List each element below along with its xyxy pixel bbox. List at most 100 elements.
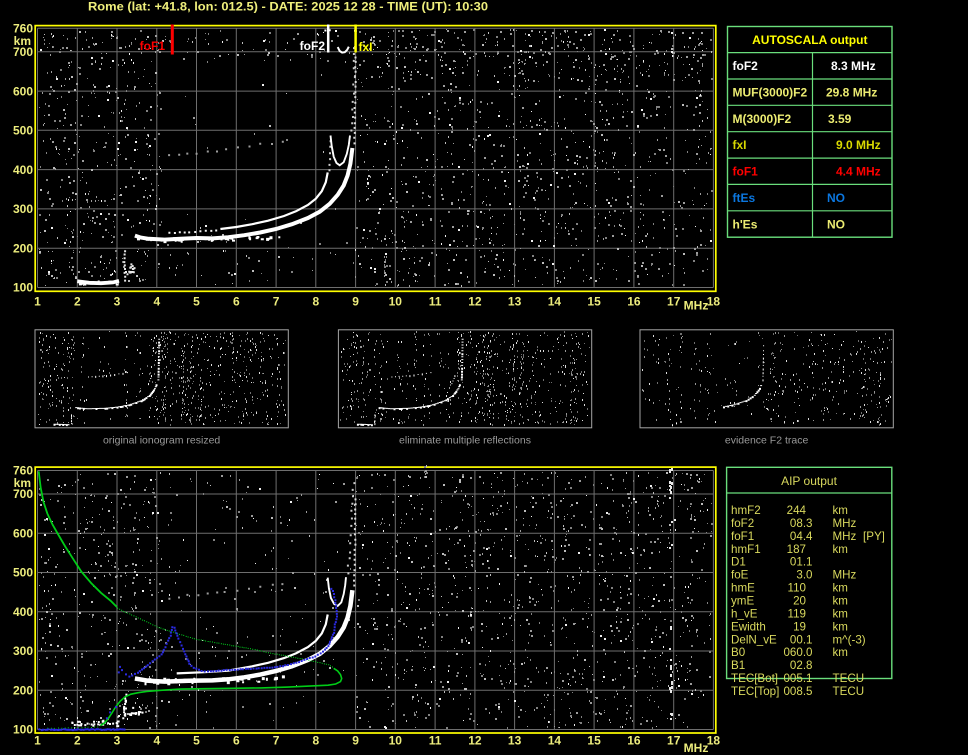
svg-text:9: 9 bbox=[352, 295, 359, 309]
svg-text:100: 100 bbox=[13, 281, 33, 295]
svg-text:m^(-3): m^(-3) bbox=[833, 633, 866, 646]
svg-text:foF1: foF1 bbox=[733, 165, 759, 179]
svg-text:9: 9 bbox=[352, 734, 359, 748]
svg-text:119: 119 bbox=[788, 607, 806, 620]
svg-text:km: km bbox=[833, 543, 848, 556]
svg-text:hmE: hmE bbox=[731, 582, 755, 595]
svg-text:hmF1: hmF1 bbox=[731, 543, 761, 556]
svg-text:00.1: 00.1 bbox=[790, 633, 813, 646]
svg-text:08.3: 08.3 bbox=[790, 517, 813, 530]
svg-text:5: 5 bbox=[193, 734, 200, 748]
svg-text:evidence F2 trace: evidence F2 trace bbox=[725, 435, 809, 447]
svg-text:foF1: foF1 bbox=[140, 39, 166, 53]
svg-text:foF1: foF1 bbox=[731, 530, 754, 543]
svg-text:DelN_vE: DelN_vE bbox=[731, 633, 777, 646]
svg-text:12: 12 bbox=[468, 734, 482, 748]
svg-text:1: 1 bbox=[34, 734, 41, 748]
svg-text:16: 16 bbox=[627, 734, 641, 748]
svg-text:TEC[Top]: TEC[Top] bbox=[731, 685, 779, 698]
svg-text:3.59: 3.59 bbox=[828, 112, 852, 126]
svg-text:5: 5 bbox=[193, 295, 200, 309]
svg-text:500: 500 bbox=[13, 124, 33, 138]
svg-text:15: 15 bbox=[587, 734, 601, 748]
svg-text:400: 400 bbox=[13, 605, 33, 619]
svg-text:18: 18 bbox=[707, 295, 721, 309]
svg-text:200: 200 bbox=[13, 684, 33, 698]
svg-text:700: 700 bbox=[13, 487, 33, 501]
svg-text:11: 11 bbox=[429, 734, 442, 748]
svg-text:3: 3 bbox=[114, 295, 121, 309]
svg-text:MUF(3000)F2: MUF(3000)F2 bbox=[733, 86, 808, 100]
svg-text:2: 2 bbox=[74, 734, 81, 748]
svg-text:Rome (lat: +41.8, lon: 012.5): Rome (lat: +41.8, lon: 012.5) - DATE: 20… bbox=[88, 2, 488, 14]
svg-text:2: 2 bbox=[74, 295, 81, 309]
svg-text:15: 15 bbox=[587, 295, 601, 309]
svg-text:14: 14 bbox=[548, 734, 562, 748]
svg-text:16: 16 bbox=[627, 295, 641, 309]
svg-text:500: 500 bbox=[13, 566, 33, 580]
svg-text:TECU: TECU bbox=[833, 672, 865, 685]
svg-text:km: km bbox=[833, 646, 848, 659]
svg-text:AIP output: AIP output bbox=[781, 474, 837, 488]
svg-text:3.0: 3.0 bbox=[796, 569, 812, 582]
svg-text:foF2: foF2 bbox=[731, 517, 754, 530]
svg-text:8: 8 bbox=[312, 734, 319, 748]
svg-text:400: 400 bbox=[13, 163, 33, 177]
svg-text:10: 10 bbox=[389, 734, 403, 748]
svg-text:AUTOSCALA output: AUTOSCALA output bbox=[752, 33, 867, 47]
svg-text:02.8: 02.8 bbox=[790, 659, 813, 672]
svg-text:TEC[Bot]: TEC[Bot] bbox=[731, 672, 778, 685]
svg-text:fxI: fxI bbox=[733, 138, 747, 152]
svg-text:300: 300 bbox=[13, 202, 33, 216]
svg-text:MHz: MHz bbox=[684, 741, 709, 755]
svg-text:MHz: MHz bbox=[833, 569, 857, 582]
svg-text:km: km bbox=[833, 595, 848, 608]
svg-text:NO: NO bbox=[827, 217, 845, 231]
svg-text:4: 4 bbox=[153, 295, 160, 309]
svg-text:300: 300 bbox=[13, 644, 33, 658]
svg-text:ftEs: ftEs bbox=[733, 191, 756, 205]
svg-text:ymE: ymE bbox=[731, 595, 754, 608]
svg-text:[PY]: [PY] bbox=[863, 530, 885, 543]
svg-text:600: 600 bbox=[13, 84, 33, 98]
svg-text:200: 200 bbox=[13, 241, 33, 255]
svg-text:TECU: TECU bbox=[833, 685, 865, 698]
svg-text:17: 17 bbox=[667, 295, 681, 309]
svg-text:700: 700 bbox=[13, 45, 33, 59]
svg-text:fxI: fxI bbox=[359, 40, 373, 54]
svg-text:110: 110 bbox=[788, 582, 806, 595]
svg-text:km: km bbox=[833, 620, 848, 633]
svg-text:29.8 MHz: 29.8 MHz bbox=[826, 86, 877, 100]
svg-text:060.0: 060.0 bbox=[783, 646, 812, 659]
svg-text:008.5: 008.5 bbox=[783, 685, 812, 698]
svg-text:01.1: 01.1 bbox=[790, 556, 813, 569]
svg-text:MHz: MHz bbox=[833, 530, 857, 543]
svg-text:14: 14 bbox=[548, 295, 562, 309]
svg-text:7: 7 bbox=[273, 295, 280, 309]
svg-text:B0: B0 bbox=[731, 646, 745, 659]
svg-text:km: km bbox=[833, 504, 848, 517]
svg-text:4.4 MHz: 4.4 MHz bbox=[836, 165, 881, 179]
svg-text:MHz: MHz bbox=[684, 299, 709, 313]
svg-text:km: km bbox=[833, 607, 848, 620]
svg-text:18: 18 bbox=[707, 734, 721, 748]
svg-text:4: 4 bbox=[153, 734, 160, 748]
svg-text:10: 10 bbox=[389, 295, 403, 309]
svg-text:NO: NO bbox=[827, 191, 845, 205]
svg-text:eliminate multiple reflections: eliminate multiple reflections bbox=[399, 435, 531, 447]
svg-text:04.4: 04.4 bbox=[790, 530, 813, 543]
svg-text:hmF2: hmF2 bbox=[731, 504, 761, 517]
svg-text:MHz: MHz bbox=[833, 517, 857, 530]
svg-text:Ewidth: Ewidth bbox=[731, 620, 766, 633]
svg-text:20: 20 bbox=[793, 595, 806, 608]
svg-text:8.3 MHz: 8.3 MHz bbox=[831, 59, 876, 73]
svg-text:19: 19 bbox=[793, 620, 806, 633]
svg-text:7: 7 bbox=[273, 734, 280, 748]
svg-text:M(3000)F2: M(3000)F2 bbox=[733, 112, 792, 126]
svg-text:h'Es: h'Es bbox=[733, 217, 758, 231]
svg-text:100: 100 bbox=[13, 723, 33, 737]
svg-text:foE: foE bbox=[731, 569, 749, 582]
svg-text:8: 8 bbox=[312, 295, 319, 309]
svg-text:3: 3 bbox=[114, 734, 121, 748]
svg-text:600: 600 bbox=[13, 527, 33, 541]
